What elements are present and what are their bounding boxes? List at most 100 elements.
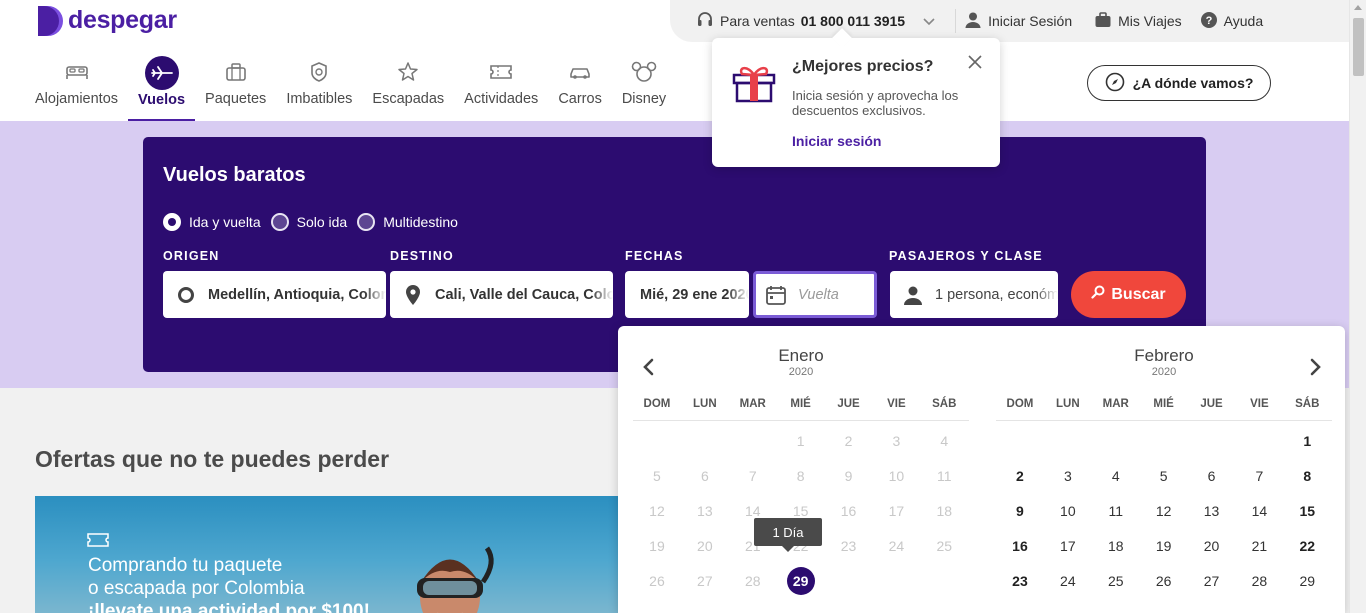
weekday: SÁB [932, 398, 957, 410]
day-number: 12 [649, 502, 665, 519]
day-cell[interactable]: 16 [996, 528, 1044, 563]
weekday: VIE [1250, 398, 1269, 410]
day-number: 20 [1203, 537, 1220, 554]
product-nav: Alojamientos Vuelos Paquetes Imbatibles … [25, 55, 676, 121]
ticket-icon [486, 55, 516, 89]
trip-type-multi[interactable]: Multidestino [357, 213, 458, 231]
selected-day-cell[interactable]: 29 [777, 563, 825, 598]
nav-label: Alojamientos [35, 91, 119, 107]
day-cell[interactable]: 21 [1235, 528, 1283, 563]
trip-type-oneway[interactable]: Solo ida [270, 213, 347, 231]
departure-date-field[interactable]: Mié, 29 ene 2020 [625, 271, 749, 318]
day-cell[interactable]: 8 [1283, 459, 1331, 494]
month-name: Enero [778, 346, 824, 365]
nav-actividades[interactable]: Actividades [454, 55, 548, 121]
destination-field[interactable]: Cali, Valle del Cauca, Colombia [390, 271, 613, 318]
page-scrollbar[interactable] [1349, 0, 1366, 613]
day-cell[interactable]: 3 [1044, 459, 1092, 494]
origin-field[interactable]: Medellín, Antioquia, Colombia [163, 271, 386, 318]
day-cell[interactable]: 29 [1283, 563, 1331, 598]
nav-imbatibles[interactable]: Imbatibles [276, 55, 362, 121]
popover-login-link[interactable]: Iniciar sesión [792, 133, 881, 149]
day-number: 2 [1016, 468, 1024, 485]
day-number: 29 [786, 566, 815, 595]
day-number: 4 [1111, 468, 1120, 485]
day-cell: 19 [633, 528, 681, 563]
return-placeholder: Vuelta [798, 286, 839, 303]
day-cell[interactable]: 13 [1188, 494, 1236, 529]
day-cell: 5 [633, 459, 681, 494]
day-cell[interactable]: 26 [1140, 563, 1188, 598]
scroll-up-arrow-icon[interactable] [1354, 5, 1362, 10]
trip-type-roundtrip[interactable]: Ida y vuelta [163, 213, 261, 231]
nav-escapadas[interactable]: Escapadas [362, 55, 454, 121]
topbar-divider [955, 9, 957, 33]
help-link[interactable]: ? Ayuda [1200, 11, 1263, 32]
day-cell[interactable]: 27 [1188, 563, 1236, 598]
day-cell[interactable]: 22 [1283, 528, 1331, 563]
origin-value: Medellín, Antioquia, Colombia [208, 286, 386, 303]
day-cell[interactable]: 25 [1092, 563, 1140, 598]
my-trips-link[interactable]: Mis Viajes [1094, 11, 1182, 32]
return-date-field[interactable]: Vuelta [753, 271, 877, 318]
weekday: MIÉ [790, 398, 811, 410]
day-cell[interactable]: 23 [996, 563, 1044, 598]
month-year: 2020 [788, 366, 814, 378]
nav-carros[interactable]: Carros [548, 55, 612, 121]
day-cell[interactable]: 4 [1092, 459, 1140, 494]
day-number: 29 [1299, 572, 1316, 589]
day-cell[interactable]: 18 [1092, 528, 1140, 563]
sales-phone-dropdown[interactable]: Para ventas 01 800 011 3915 [696, 11, 935, 32]
day-cell[interactable]: 10 [1044, 494, 1092, 529]
day-cell[interactable]: 15 [1283, 494, 1331, 529]
search-button[interactable]: Buscar [1071, 271, 1186, 318]
day-number: 27 [1203, 572, 1220, 589]
user-icon [964, 11, 982, 32]
day-number: 13 [697, 502, 713, 519]
promo-banner[interactable]: Comprando tu paquete o escapada por Colo… [35, 496, 635, 613]
day-cell[interactable]: 28 [1235, 563, 1283, 598]
day-cell[interactable]: 12 [1140, 494, 1188, 529]
day-number: 10 [888, 468, 905, 485]
origin-label: ORIGEN [163, 249, 220, 263]
passengers-field[interactable]: 1 persona, económica [890, 271, 1058, 318]
despegar-logo[interactable]: despegar [34, 4, 177, 36]
day-cell[interactable]: 20 [1188, 528, 1236, 563]
day-cell[interactable]: 6 [1188, 459, 1236, 494]
day-cell[interactable]: 5 [1140, 459, 1188, 494]
nav-vuelos[interactable]: Vuelos [128, 55, 196, 121]
nav-disney[interactable]: Disney [612, 55, 676, 121]
day-cell: 7 [729, 459, 777, 494]
day-number: 15 [792, 502, 809, 519]
day-cell: 10 [872, 459, 920, 494]
nav-paquetes[interactable]: Paquetes [195, 55, 276, 121]
day-cell[interactable]: 19 [1140, 528, 1188, 563]
nav-label: Paquetes [205, 91, 267, 107]
day-cell[interactable]: 11 [1092, 494, 1140, 529]
day-cell: 13 [681, 494, 729, 529]
day-cell[interactable]: 17 [1044, 528, 1092, 563]
day-cell[interactable]: 14 [1235, 494, 1283, 529]
login-label: Iniciar Sesión [988, 13, 1073, 29]
day-cell[interactable]: 1 [1283, 424, 1331, 459]
month-january: Enero 2020 [633, 346, 969, 378]
where-to-go-button[interactable]: ¿A dónde vamos? [1087, 65, 1271, 101]
weekday: JUE [1200, 398, 1223, 410]
day-number: 11 [1108, 502, 1123, 519]
close-icon[interactable] [968, 55, 982, 74]
day-number: 14 [744, 502, 761, 519]
day-cell[interactable]: 2 [996, 459, 1044, 494]
date-picker: Enero 2020 Febrero 2020 DOM LUN MAR MIÉ … [618, 326, 1345, 613]
login-link[interactable]: Iniciar Sesión [964, 11, 1072, 32]
day-number: 21 [1251, 537, 1268, 554]
scroll-thumb[interactable] [1353, 18, 1364, 76]
nav-alojamientos[interactable]: Alojamientos [25, 55, 128, 121]
compass-icon [1105, 72, 1125, 95]
day-cell[interactable]: 9 [996, 494, 1044, 529]
day-number: 8 [796, 468, 805, 485]
ticket-icon [87, 533, 109, 547]
month-divider [996, 420, 1332, 421]
day-cell[interactable]: 7 [1235, 459, 1283, 494]
day-cell: 8 [777, 459, 825, 494]
day-cell[interactable]: 24 [1044, 563, 1092, 598]
